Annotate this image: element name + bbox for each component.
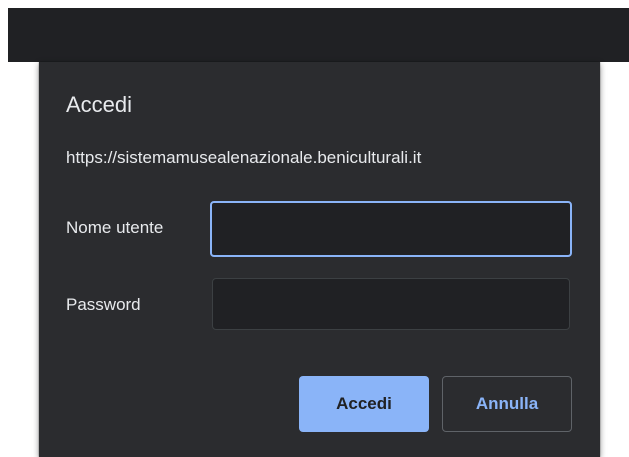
password-input[interactable] bbox=[212, 278, 570, 330]
login-dialog: Accedi https://sistemamusealenazionale.b… bbox=[39, 62, 600, 457]
dialog-title: Accedi bbox=[66, 92, 133, 117]
browser-top-bar bbox=[8, 8, 629, 62]
sign-in-button[interactable]: Accedi bbox=[299, 376, 429, 432]
username-label: Nome utente bbox=[66, 218, 164, 237]
dialog-origin-url: https://sistemamusealenazionale.benicult… bbox=[66, 148, 422, 167]
password-label: Password bbox=[66, 295, 141, 314]
cancel-button[interactable]: Annulla bbox=[442, 376, 572, 432]
username-input[interactable] bbox=[210, 201, 572, 257]
